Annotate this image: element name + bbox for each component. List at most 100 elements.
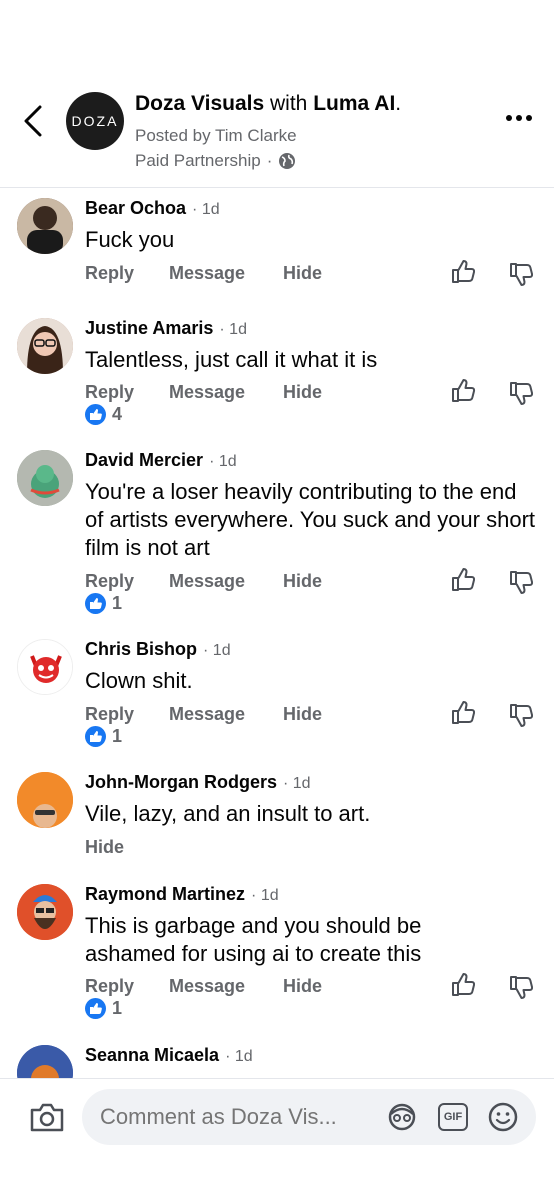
- partner-name[interactable]: Luma AI: [313, 92, 395, 115]
- commenter-name[interactable]: David Mercier: [85, 450, 203, 470]
- thumbs-down-icon[interactable]: [508, 702, 534, 728]
- thumbs-up-icon[interactable]: [450, 700, 476, 726]
- hide-button[interactable]: Hide: [283, 571, 322, 592]
- comment-header: Seanna Micaela · 1d: [85, 1045, 253, 1066]
- comment-time: · 1d: [192, 201, 220, 218]
- comment-text: Talentless, just call it what it is: [85, 347, 378, 372]
- thumbs-down-icon[interactable]: [508, 380, 534, 406]
- commenter-avatar[interactable]: [17, 639, 73, 695]
- posted-by: Posted by Tim Clarke: [135, 126, 297, 145]
- comment-time: · 1d: [209, 453, 237, 470]
- comment-time-value: 1d: [260, 887, 279, 904]
- message-button[interactable]: Message: [169, 976, 283, 997]
- commenter-avatar[interactable]: [17, 318, 73, 374]
- comment-time-value: 1d: [234, 1048, 253, 1065]
- page-name[interactable]: Doza Visuals: [135, 92, 264, 115]
- commenter-name[interactable]: Bear Ochoa: [85, 198, 186, 218]
- partnership-line: Paid Partnership ·: [135, 151, 296, 171]
- reply-button[interactable]: Reply: [85, 263, 169, 284]
- reply-button[interactable]: Reply: [85, 571, 169, 592]
- commenter-avatar[interactable]: [17, 450, 73, 506]
- comment-time: · 1d: [283, 775, 311, 792]
- thumbs-down-icon[interactable]: [508, 261, 534, 287]
- avatar-photo-icon: [17, 198, 73, 254]
- like-reaction-icon: [85, 593, 106, 614]
- commenter-name[interactable]: Seanna Micaela: [85, 1045, 219, 1065]
- comment-header: Justine Amaris · 1d: [85, 318, 247, 339]
- thumbs-up-icon[interactable]: [450, 378, 476, 404]
- post-title: Doza Visuals with Luma AI.: [135, 92, 401, 116]
- comment-header: Chris Bishop · 1d: [85, 639, 231, 660]
- like-count: 1: [112, 998, 123, 1018]
- message-button[interactable]: Message: [169, 571, 283, 592]
- commenter-name[interactable]: Raymond Martinez: [85, 884, 245, 904]
- hide-button[interactable]: Hide: [283, 263, 322, 284]
- comment-actions: Reply Message Hide: [85, 571, 322, 592]
- thumbs-down-icon[interactable]: [508, 974, 534, 1000]
- comment-actions: Reply Message Hide: [85, 704, 322, 725]
- reply-button[interactable]: Reply: [85, 704, 169, 725]
- message-button[interactable]: Message: [169, 382, 283, 403]
- reaction-count[interactable]: 1: [85, 593, 122, 614]
- reply-button[interactable]: Reply: [85, 382, 169, 403]
- avatar-sticker-icon[interactable]: [385, 1102, 419, 1132]
- comment-actions: Reply Message Hide: [85, 976, 322, 997]
- message-button[interactable]: Message: [169, 704, 283, 725]
- comment-item: Seanna Micaela · 1d: [0, 1045, 554, 1078]
- comment-time-value: 1d: [201, 201, 220, 218]
- reply-button[interactable]: Reply: [85, 976, 169, 997]
- hide-button[interactable]: Hide: [283, 976, 322, 997]
- commenter-name[interactable]: Justine Amaris: [85, 318, 213, 338]
- back-arrow-icon[interactable]: [18, 103, 48, 139]
- more-options-icon[interactable]: [504, 108, 534, 128]
- thumbs-down-icon[interactable]: [508, 569, 534, 595]
- reaction-count[interactable]: 1: [85, 726, 122, 747]
- comment-item: John-Morgan Rodgers · 1d Vile, lazy, and …: [0, 772, 554, 862]
- comment-header: Bear Ochoa · 1d: [85, 198, 220, 219]
- comment-text: This is garbage and you should be ashame…: [85, 913, 422, 966]
- comment-time: · 1d: [251, 887, 279, 904]
- comment-actions: Reply Message Hide: [85, 263, 322, 284]
- comment-time: · 1d: [203, 642, 231, 659]
- comment-text: You're a loser heavily contributing to t…: [85, 479, 536, 560]
- like-reaction-icon: [85, 726, 106, 747]
- thumbs-up-icon[interactable]: [450, 972, 476, 998]
- comment-text: Fuck you: [85, 227, 175, 252]
- comments-list[interactable]: Bear Ochoa · 1d Fuck you Reply Message Hi…: [0, 188, 554, 1078]
- comment-item: David Mercier · 1d You're a loser heavily…: [0, 450, 554, 620]
- hide-button[interactable]: Hide: [283, 382, 322, 403]
- comment-time-value: 1d: [212, 642, 231, 659]
- comment-actions: Reply Message Hide: [85, 382, 322, 403]
- hide-button[interactable]: Hide: [85, 837, 124, 858]
- comment-actions: Hide: [85, 837, 124, 858]
- post-header: DOZA Doza Visuals with Luma AI. Posted b…: [0, 0, 554, 188]
- page-avatar[interactable]: DOZA: [66, 92, 124, 150]
- avatar-illustration-icon: [17, 884, 73, 940]
- comment-text: Vile, lazy, and an insult to art.: [85, 801, 371, 826]
- commenter-name[interactable]: Chris Bishop: [85, 639, 197, 659]
- reaction-count[interactable]: 4: [85, 404, 122, 425]
- message-button[interactable]: Message: [169, 263, 283, 284]
- commenter-avatar[interactable]: [17, 772, 73, 828]
- hide-button[interactable]: Hide: [283, 704, 322, 725]
- comment-item: Justine Amaris · 1d Talentless, just call…: [0, 318, 554, 428]
- commenter-avatar[interactable]: [17, 198, 73, 254]
- comment-time: · 1d: [225, 1048, 253, 1065]
- thumbs-up-icon[interactable]: [450, 259, 476, 285]
- emoji-icon[interactable]: [487, 1101, 519, 1133]
- thumbs-up-icon[interactable]: [450, 567, 476, 593]
- camera-icon[interactable]: [29, 1101, 65, 1133]
- comment-item: Raymond Martinez · 1d This is garbage and…: [0, 884, 554, 1024]
- comment-header: Raymond Martinez · 1d: [85, 884, 279, 905]
- comment-input[interactable]: [100, 1104, 380, 1130]
- comment-header: David Mercier · 1d: [85, 450, 237, 471]
- gif-button[interactable]: GIF: [438, 1103, 468, 1131]
- commenter-name[interactable]: John-Morgan Rodgers: [85, 772, 277, 792]
- comment-composer-bar: GIF: [0, 1078, 554, 1200]
- comment-composer[interactable]: GIF: [82, 1089, 536, 1145]
- with-text: with: [270, 92, 308, 115]
- paid-partnership-label: Paid Partnership: [135, 151, 261, 170]
- reaction-count[interactable]: 1: [85, 998, 122, 1019]
- commenter-avatar[interactable]: [17, 1045, 73, 1078]
- commenter-avatar[interactable]: [17, 884, 73, 940]
